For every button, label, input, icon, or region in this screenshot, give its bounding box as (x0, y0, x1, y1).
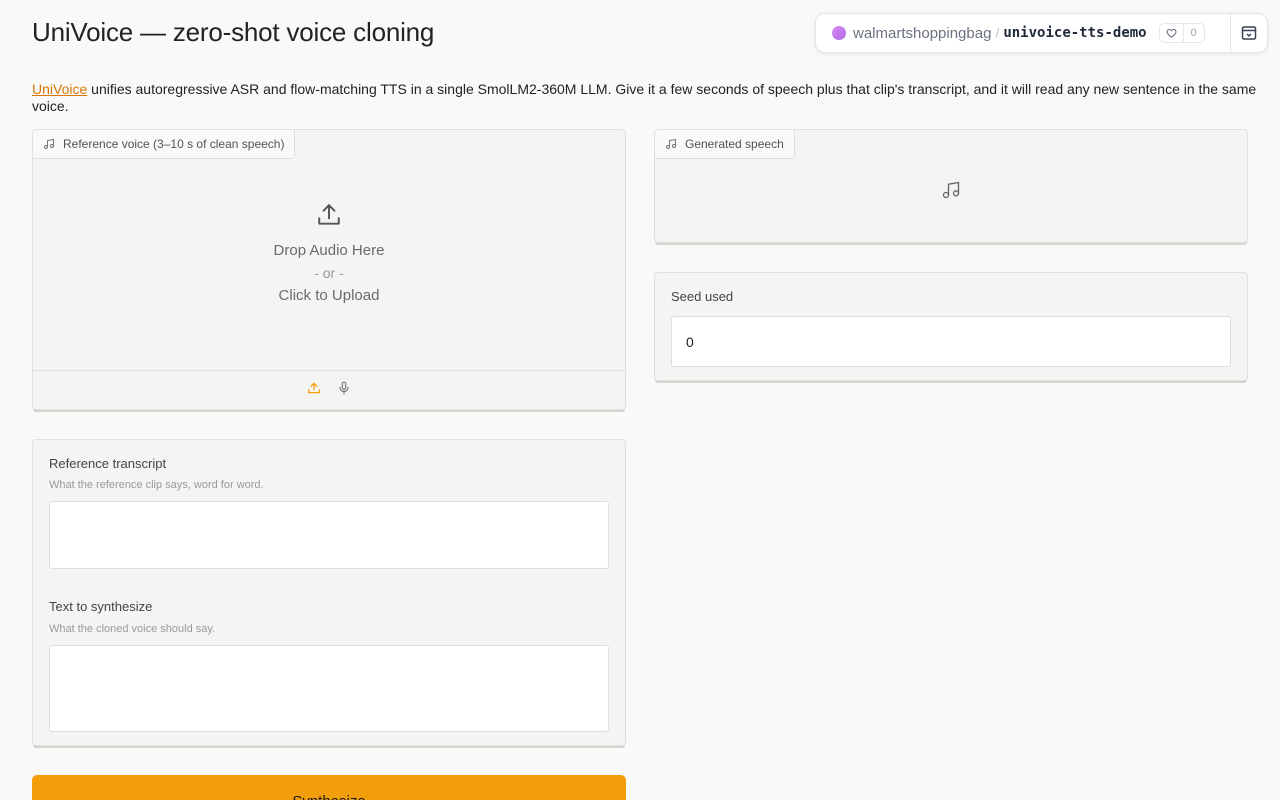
avatar (832, 26, 846, 40)
heart-icon (1160, 24, 1184, 42)
text-to-synthesize-info: What the cloned voice should say. (49, 623, 216, 635)
microphone-source-button[interactable] (337, 380, 351, 401)
music-icon (44, 138, 54, 149)
path-separator: / (995, 25, 1000, 41)
reference-transcript-input[interactable] (49, 501, 609, 569)
text-to-synthesize-input[interactable] (49, 645, 609, 732)
click-upload-text: Click to Upload (278, 287, 380, 304)
like-count: 0 (1190, 27, 1197, 39)
space-owner-link[interactable]: walmartshoppingbag (853, 25, 991, 42)
space-repo-link[interactable]: univoice-tts-demo (1003, 25, 1146, 41)
description: UniVoice unifies autoregressive ASR and … (32, 81, 1262, 115)
microphone-icon (339, 381, 349, 395)
audio-source-toolbar (33, 370, 625, 410)
window-icon (1241, 26, 1257, 40)
univoice-link[interactable]: UniVoice (32, 81, 87, 97)
audio-dropzone[interactable]: Drop Audio Here - or - Click to Upload (33, 202, 625, 304)
upload-source-button[interactable] (307, 381, 321, 400)
reference-transcript-label: Reference transcript (49, 456, 167, 471)
or-text: - or - (314, 265, 344, 281)
reference-audio-label: Reference voice (3–10 s of clean speech) (33, 130, 296, 159)
reference-audio-block: Reference voice (3–10 s of clean speech)… (32, 129, 626, 410)
seed-value-field[interactable]: 0 (671, 316, 1231, 367)
generated-speech-block: Generated speech (654, 129, 1248, 243)
reference-transcript-info: What the reference clip says, word for w… (49, 479, 264, 491)
upload-icon (308, 382, 320, 394)
generated-speech-label: Generated speech (655, 130, 795, 159)
text-to-synthesize-label: Text to synthesize (49, 599, 153, 614)
generated-speech-label-text: Generated speech (685, 137, 784, 151)
seed-block: Seed used 0 (654, 272, 1248, 381)
seed-label: Seed used (671, 289, 734, 304)
reference-audio-label-text: Reference voice (3–10 s of clean speech) (63, 137, 285, 151)
text-inputs-block: Reference transcript What the reference … (32, 439, 626, 746)
description-text: unifies autoregressive ASR and flow-matc… (32, 81, 1257, 114)
upload-icon (318, 204, 340, 225)
space-header-badge: walmartshoppingbag / univoice-tts-demo 0 (815, 13, 1268, 53)
synthesize-button[interactable]: Synthesize (32, 775, 626, 800)
like-button[interactable]: 0 (1158, 23, 1205, 43)
expand-button[interactable] (1230, 14, 1268, 52)
music-icon (942, 181, 960, 199)
music-icon (666, 138, 676, 149)
page-title: UniVoice — zero-shot voice cloning (32, 17, 435, 47)
drop-audio-text: Drop Audio Here (273, 242, 385, 259)
audio-placeholder (941, 180, 961, 205)
